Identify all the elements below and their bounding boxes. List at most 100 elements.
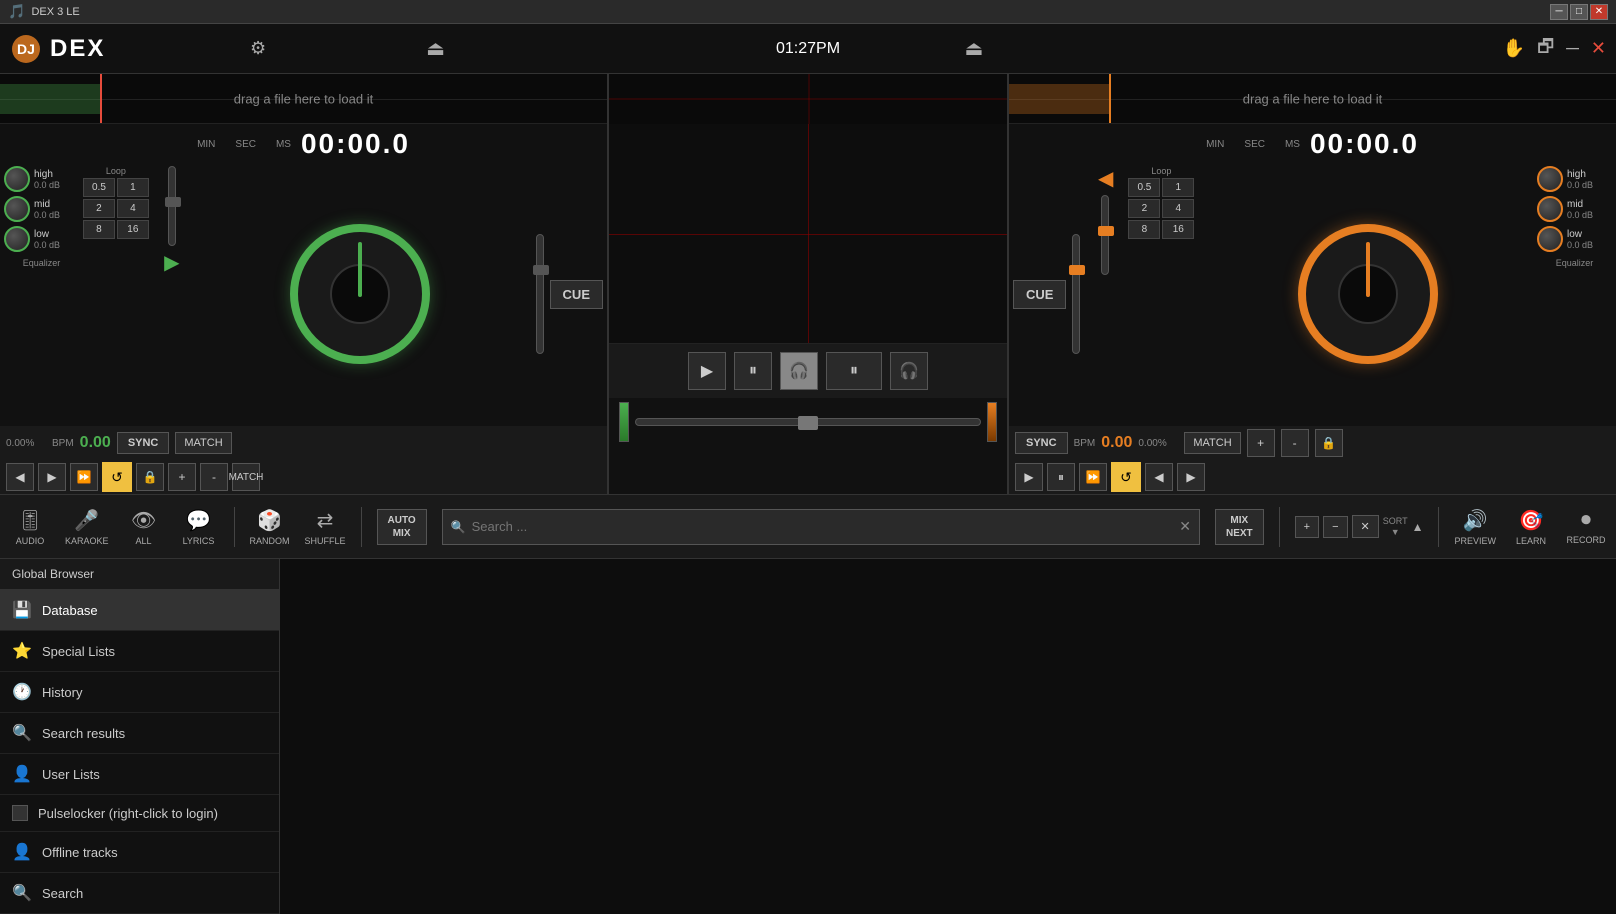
right-lock-btn[interactable]: 🔒 xyxy=(1315,429,1343,457)
left-platter[interactable] xyxy=(290,224,430,364)
window-mode-btn[interactable]: 🗗 xyxy=(1537,34,1554,64)
left-match-btn[interactable]: MATCH xyxy=(175,432,231,454)
right-pause-btn[interactable]: ⏸ xyxy=(1047,463,1075,491)
left-play-indicator[interactable]: ▶ xyxy=(164,250,179,275)
right-deck: drag a file here to load it MIN SEC MS 0… xyxy=(1008,74,1616,494)
record-btn[interactable]: ⏺ RECORD xyxy=(1566,509,1606,545)
random-btn[interactable]: 🎲 RANDOM xyxy=(250,508,290,546)
karaoke-btn[interactable]: 🎤 KARAOKE xyxy=(65,508,109,546)
right-eject-btn[interactable]: ⏏ xyxy=(964,36,983,61)
left-loop-16[interactable]: 16 xyxy=(117,220,149,239)
auto-mix-btn[interactable]: AUTO MIX xyxy=(377,509,427,545)
right-play-indicator[interactable]: ▶ xyxy=(1098,166,1113,191)
sidebar-item-offline-tracks[interactable]: 👤 Offline tracks xyxy=(0,832,279,873)
random-label: RANDOM xyxy=(250,536,290,546)
right-prev-btn[interactable]: ◀ xyxy=(1145,463,1173,491)
left-loop-1[interactable]: 1 xyxy=(117,178,149,197)
settings-btn[interactable]: ⚙ xyxy=(250,38,266,59)
header-center: 01:27PM xyxy=(776,40,840,58)
left-loop-4[interactable]: 4 xyxy=(117,199,149,218)
left-plus-btn[interactable]: + xyxy=(168,463,196,491)
left-channel-fader[interactable] xyxy=(536,234,544,354)
left-loop-label: Loop xyxy=(83,166,149,176)
shuffle-btn[interactable]: ⇄ SHUFFLE xyxy=(305,508,346,546)
sort-plus-btn[interactable]: + xyxy=(1295,516,1319,538)
right-match-btn[interactable]: MATCH xyxy=(1184,432,1240,454)
header-minimize-btn[interactable]: ─ xyxy=(1566,38,1579,59)
left-match-btn2[interactable]: MATCH xyxy=(232,463,260,491)
right-low-knob[interactable] xyxy=(1537,226,1563,252)
sort-label-area[interactable]: SORT ▼ xyxy=(1383,516,1408,537)
right-loop-05[interactable]: 0.5 xyxy=(1128,178,1160,197)
left-pitch-thumb xyxy=(165,197,181,207)
left-sync-btn[interactable]: SYNC xyxy=(117,432,170,454)
left-minus-btn[interactable]: - xyxy=(200,463,228,491)
sidebar-item-special-lists[interactable]: ⭐ Special Lists xyxy=(0,631,279,672)
right-mid-knob[interactable] xyxy=(1537,196,1563,222)
left-pitch-fader[interactable] xyxy=(168,166,176,246)
maximize-button[interactable]: □ xyxy=(1570,4,1588,20)
mix-next-btn[interactable]: MIX NEXT xyxy=(1215,509,1264,545)
left-lock-btn[interactable]: 🔒 xyxy=(136,463,164,491)
center-pause-btn[interactable]: ⏸ xyxy=(734,352,772,390)
search-bar[interactable]: 🔍 ✕ xyxy=(442,509,1200,545)
lyrics-btn[interactable]: 💬 LYRICS xyxy=(179,508,219,546)
left-loop-8[interactable]: 8 xyxy=(83,220,115,239)
left-cue-btn[interactable]: CUE xyxy=(550,280,603,309)
sidebar-item-database[interactable]: 💾 Database xyxy=(0,590,279,631)
left-high-knob[interactable] xyxy=(4,166,30,192)
right-next-btn[interactable]: ▶ xyxy=(1177,463,1205,491)
all-btn[interactable]: 👁 ALL xyxy=(124,508,164,546)
right-loop-1[interactable]: 1 xyxy=(1162,178,1194,197)
preview-btn[interactable]: 🔊 PREVIEW xyxy=(1454,508,1496,546)
sidebar-item-search[interactable]: 🔍 Search xyxy=(0,873,279,914)
right-channel-fader[interactable] xyxy=(1072,234,1080,354)
search-input[interactable] xyxy=(472,519,1174,534)
sidebar-item-history[interactable]: 🕐 History xyxy=(0,672,279,713)
left-low-knob[interactable] xyxy=(4,226,30,252)
center-pause2-btn[interactable]: ⏸ xyxy=(826,352,882,390)
auto-mix-line1: AUTO xyxy=(388,514,416,527)
right-minus-btn[interactable]: - xyxy=(1281,429,1309,457)
right-loop-2[interactable]: 2 xyxy=(1128,199,1160,218)
right-loop-active-btn[interactable]: ↺ xyxy=(1111,462,1141,492)
left-loop-active-btn[interactable]: ↺ xyxy=(102,462,132,492)
sort-minus-btn[interactable]: − xyxy=(1323,516,1347,538)
logo-icon: DJ xyxy=(10,33,42,65)
left-eject-btn[interactable]: ⏏ xyxy=(426,36,445,61)
sort-up-btn[interactable]: ▲ xyxy=(1412,520,1424,534)
center-play-btn[interactable]: ▶ xyxy=(688,352,726,390)
sidebar-item-user-lists[interactable]: 👤 User Lists xyxy=(0,754,279,795)
right-pitch-fader[interactable] xyxy=(1101,195,1109,275)
left-prev-btn[interactable]: ◀ xyxy=(6,463,34,491)
left-next-btn[interactable]: ▶ xyxy=(38,463,66,491)
crossfader-track[interactable] xyxy=(635,418,981,426)
left-mid-knob[interactable] xyxy=(4,196,30,222)
right-play-btn[interactable]: ▶ xyxy=(1015,463,1043,491)
right-cue-btn[interactable]: CUE xyxy=(1013,280,1066,309)
right-skip-fwd-btn[interactable]: ⏩ xyxy=(1079,463,1107,491)
minimize-button[interactable]: ─ xyxy=(1550,4,1568,20)
center-headphones-btn[interactable]: 🎧 xyxy=(780,352,818,390)
left-loop-05[interactable]: 0.5 xyxy=(83,178,115,197)
center-headphones2-btn[interactable]: 🎧 xyxy=(890,352,928,390)
right-high-knob[interactable] xyxy=(1537,166,1563,192)
close-button[interactable]: ✕ xyxy=(1590,4,1608,20)
sidebar-item-pulselocker[interactable]: Pulselocker (right-click to login) xyxy=(0,795,279,832)
database-icon: 💾 xyxy=(12,600,32,620)
right-platter[interactable] xyxy=(1298,224,1438,364)
right-plus-btn[interactable]: + xyxy=(1247,429,1275,457)
right-sync-btn[interactable]: SYNC xyxy=(1015,432,1068,454)
left-skip-fwd-btn[interactable]: ⏩ xyxy=(70,463,98,491)
right-loop-8[interactable]: 8 xyxy=(1128,220,1160,239)
right-loop-16[interactable]: 16 xyxy=(1162,220,1194,239)
learn-btn[interactable]: 🎯 LEARN xyxy=(1511,508,1551,546)
sort-close-btn[interactable]: ✕ xyxy=(1352,515,1379,538)
sidebar-item-search-results[interactable]: 🔍 Search results xyxy=(0,713,279,754)
search-clear-btn[interactable]: ✕ xyxy=(1179,518,1191,535)
touch-icon-btn[interactable]: ✋ xyxy=(1503,38,1525,59)
left-loop-2[interactable]: 2 xyxy=(83,199,115,218)
header-close-btn[interactable]: ✕ xyxy=(1591,38,1606,59)
right-loop-4[interactable]: 4 xyxy=(1162,199,1194,218)
audio-btn[interactable]: 🎚 AUDIO xyxy=(10,508,50,546)
